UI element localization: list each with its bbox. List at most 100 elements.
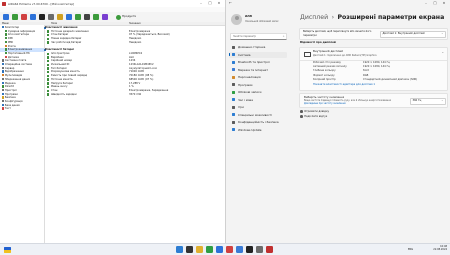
- shield-icon: [232, 120, 235, 124]
- nav-item-label: Конфіденційність і безпека: [238, 120, 279, 124]
- clock[interactable]: 10:48 22.08.2024: [433, 245, 447, 252]
- display-property-row: Формат кольору RGB: [313, 74, 443, 78]
- tree-item-label: Сумарна інформація: [7, 29, 35, 33]
- row-value: Невідомо: [129, 40, 142, 44]
- toolbar-button-icon[interactable]: [30, 14, 36, 20]
- search-icon: ⌕: [282, 33, 285, 38]
- toolbar-button-icon[interactable]: [93, 14, 99, 20]
- display-info-section: Відомості про дисплей: [300, 41, 336, 44]
- help-link[interactable]: Надіслати відгук: [300, 115, 327, 119]
- settings-icon[interactable]: [256, 246, 263, 253]
- refresh-rate-card: Виберіть частоту оновлення Вища частота …: [299, 93, 448, 108]
- help-link-label: Надіслати відгук: [304, 115, 328, 119]
- tree-node-icon: [4, 48, 7, 51]
- back-arrow-icon[interactable]: ←: [229, 1, 232, 6]
- property-label: Колірний простір: [313, 77, 336, 81]
- property-value: RGB: [363, 73, 369, 77]
- row-icon: [47, 93, 50, 96]
- nav-item-label: Bluetooth та пристрої: [238, 60, 270, 64]
- input-language[interactable]: ENG: [408, 248, 413, 252]
- toolbar-button-icon[interactable]: [66, 14, 72, 20]
- nav-item[interactable]: Програми: [229, 82, 287, 88]
- toolbar-button-icon[interactable]: [84, 14, 90, 20]
- table-row[interactable]: Швидкість зарядки 3570 mW: [44, 93, 225, 97]
- table-row[interactable]: Час роботи від батареї Невідомо: [44, 41, 225, 45]
- update-icon[interactable]: [116, 14, 121, 20]
- row-value: 3570 mW: [129, 92, 142, 96]
- tree-item-label: Мережа: [4, 81, 16, 85]
- toolbar-button-icon[interactable]: [21, 14, 27, 20]
- nav-item[interactable]: Ігри: [229, 104, 287, 110]
- tree-node-icon: [1, 66, 4, 70]
- maximize-icon[interactable]: □: [431, 1, 439, 6]
- app-icon[interactable]: [246, 246, 253, 253]
- avatar[interactable]: [231, 14, 242, 25]
- property-value: 1920 × 1080, 144 Гц: [363, 61, 390, 64]
- app-logo-icon: [2, 1, 6, 6]
- nav-item[interactable]: Персоналізація: [229, 74, 287, 80]
- toolbar-button-icon[interactable]: [39, 14, 45, 20]
- update-icon: [232, 128, 235, 132]
- tree-node-icon: [4, 40, 7, 44]
- nav-item[interactable]: Bluetooth та пристрої: [229, 59, 287, 65]
- toolbar-button-icon[interactable]: [12, 14, 18, 20]
- breadcrumb-parent[interactable]: Дисплей: [300, 14, 328, 21]
- tree-node-icon: [1, 26, 4, 29]
- system-icon: [232, 53, 235, 57]
- minimize-icon[interactable]: –: [422, 1, 430, 6]
- help-icon: [300, 110, 303, 113]
- nav-item[interactable]: Система: [229, 51, 287, 58]
- store-icon[interactable]: [236, 246, 243, 253]
- tree-item-label: DirectX: [4, 85, 15, 89]
- property-value: Стандартний динамічний діапазон (SDR): [363, 77, 418, 81]
- toolbar-button-icon[interactable]: [57, 14, 63, 20]
- nav-item[interactable]: Спеціальні можливості: [229, 112, 287, 118]
- toolbar-button-icon[interactable]: [102, 14, 108, 20]
- nav-item[interactable]: Час і мова: [229, 97, 287, 103]
- nav-item[interactable]: Домашня сторінка: [229, 44, 287, 50]
- chevron-up-icon[interactable]: ⌃: [442, 51, 444, 55]
- search-input[interactable]: Знайти параметр ⌕: [230, 33, 287, 40]
- aida-icon[interactable]: [266, 246, 273, 253]
- start-icon[interactable]: [176, 246, 183, 253]
- close-icon[interactable]: ×: [440, 1, 448, 6]
- monitor-icon: [304, 51, 311, 57]
- nav-item-label: Домашня сторінка: [238, 45, 266, 49]
- refresh-rate-dropdown[interactable]: 360 Гц ⌄: [410, 98, 446, 105]
- media-icon[interactable]: [226, 246, 233, 253]
- nav-item[interactable]: Конфіденційність і безпека: [229, 119, 287, 125]
- tree-item[interactable]: Тест: [0, 107, 44, 111]
- toolbar-button-icon[interactable]: [3, 14, 9, 20]
- tree-item-label: Конфігурація: [4, 100, 23, 104]
- language-flag-icon: [4, 246, 11, 253]
- tree-node-icon: [4, 44, 7, 47]
- clock-icon: [232, 98, 235, 102]
- refresh-rate-more-link[interactable]: Докладніше про частоту оновлення: [304, 102, 346, 106]
- display-dropdown[interactable]: Дисплей 1: Внутрішній дисплей ⌄: [380, 31, 446, 38]
- search-icon[interactable]: [186, 246, 193, 253]
- settings-window: ← – □ × Ann Локальний обліковий запис Зн…: [226, 0, 450, 243]
- tree-item-label: Комп'ютер: [4, 26, 20, 30]
- page-title: Розширені параметри екрана: [337, 14, 445, 21]
- nav-item[interactable]: Мережа та Інтернет: [229, 67, 287, 73]
- tree-item-label: Розгін: [7, 44, 16, 48]
- close-icon[interactable]: ×: [215, 1, 223, 6]
- brush-icon: [232, 75, 235, 79]
- maximize-icon[interactable]: □: [206, 1, 214, 6]
- nav-item[interactable]: Windows Update: [229, 127, 287, 133]
- toolbar-button-icon[interactable]: [75, 14, 81, 20]
- details-list: Властивості живлення Поточне джерело живл…: [44, 25, 225, 243]
- help-link[interactable]: Отримати довідку: [300, 110, 329, 114]
- mail-icon[interactable]: [216, 246, 223, 253]
- adapter-properties-link[interactable]: Показати властивості адаптера для диспле…: [313, 83, 375, 87]
- refresh-rate-value: 360 Гц: [412, 99, 422, 102]
- minimize-icon[interactable]: –: [197, 1, 205, 6]
- browser-icon[interactable]: [206, 246, 213, 253]
- settings-titlebar: ← – □ ×: [226, 0, 450, 8]
- toolbar-button-icon[interactable]: [48, 14, 54, 20]
- nav-item[interactable]: Облікові записи: [229, 89, 287, 95]
- chevron-down-icon: ⌄: [441, 32, 444, 36]
- breadcrumb: Дисплей › Розширені параметри екрана: [300, 14, 444, 22]
- file-explorer-icon[interactable]: [196, 246, 203, 253]
- update-button-label[interactable]: Продукти: [122, 15, 136, 19]
